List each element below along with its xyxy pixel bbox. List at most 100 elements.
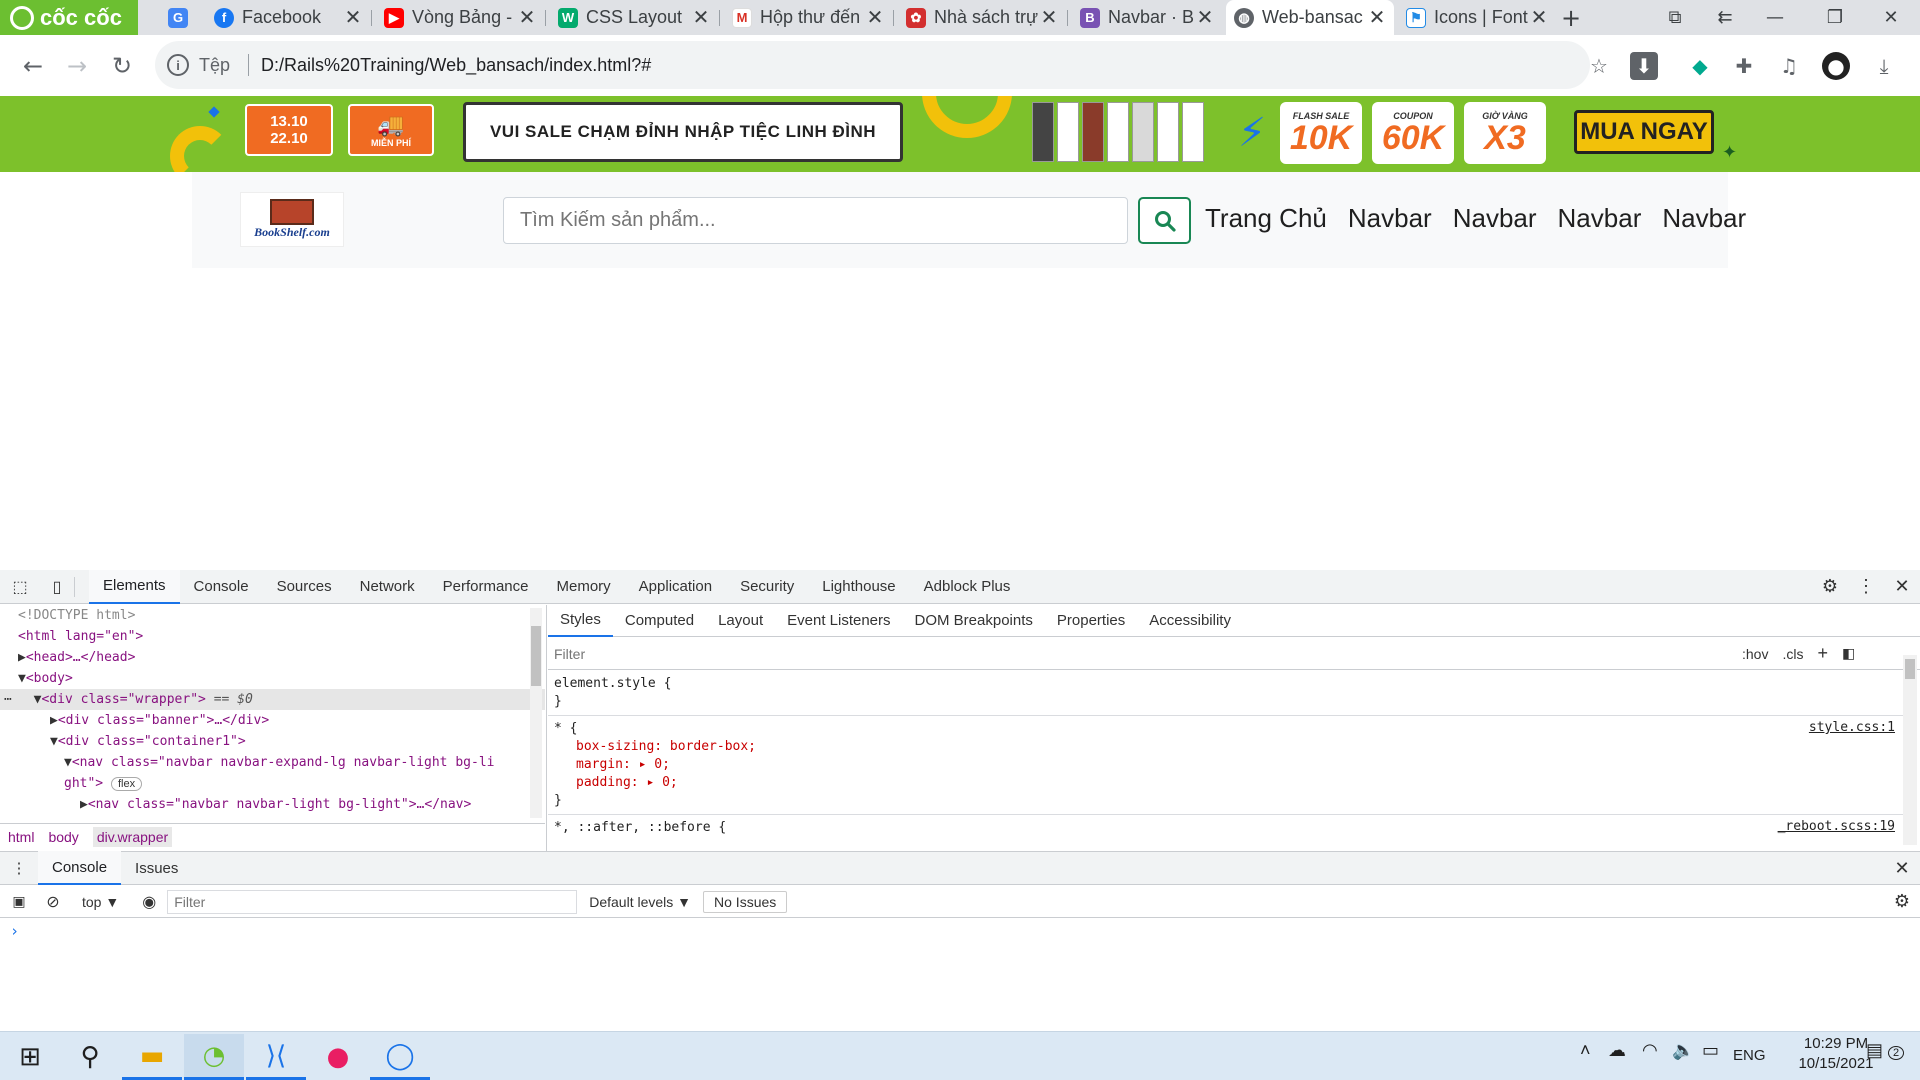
styles-filter-input[interactable]	[554, 641, 1728, 666]
minimize-button[interactable]: —	[1746, 0, 1804, 35]
close-icon[interactable]: ✕	[342, 5, 364, 30]
breadcrumb-html[interactable]: html	[8, 829, 34, 845]
devtools-tab-lighthouse[interactable]: Lighthouse	[808, 570, 909, 604]
show-hidden-icons-chevron-up-icon[interactable]: ˄	[1580, 1040, 1591, 1061]
promo-banner[interactable]: 13.10 22.10 🚚 MIỄN PHÍ VUI SALE CHẠM ĐỈN…	[0, 96, 1920, 172]
toggle-sidebar-icon[interactable]: ◧	[1842, 645, 1855, 662]
new-tab-button[interactable]: +	[1551, 0, 1591, 35]
hover-state-toggle[interactable]: :hov	[1742, 646, 1768, 662]
close-icon[interactable]: ✕	[1366, 5, 1388, 30]
scrollbar-thumb[interactable]	[531, 626, 541, 686]
network-drive-icon[interactable]: ☁	[1608, 1040, 1626, 1061]
inspect-element-icon[interactable]: ⬚	[0, 577, 40, 597]
tab-youtube[interactable]: ▶ Vòng Bảng - ✕	[376, 0, 544, 35]
battery-icon[interactable]: ▭	[1702, 1040, 1719, 1061]
styles-tab-accessibility[interactable]: Accessibility	[1137, 605, 1243, 637]
drawer-tab-console[interactable]: Console	[38, 851, 122, 885]
drawer-tab-issues[interactable]: Issues	[121, 851, 192, 885]
tab-bootstrap-navbar[interactable]: B Navbar · Boo ✕	[1072, 0, 1222, 35]
console-settings-gear-icon[interactable]: ⚙	[1884, 891, 1920, 912]
log-levels-dropdown[interactable]: Default levels ▼	[577, 894, 703, 910]
start-button[interactable]: ⊞	[0, 1034, 60, 1080]
new-rule-plus-icon[interactable]: +	[1817, 643, 1828, 664]
breadcrumb-body[interactable]: body	[48, 829, 78, 845]
collapse-triangle-icon[interactable]: ▼	[18, 671, 26, 686]
close-icon[interactable]: ✕	[690, 5, 712, 30]
panel-splitter[interactable]	[546, 605, 547, 851]
address-bar[interactable]: i Tệp D:/Rails%20Training/Web_bansach/in…	[155, 41, 1590, 89]
flex-badge[interactable]: flex	[110, 777, 143, 791]
devtools-tab-application[interactable]: Application	[625, 570, 726, 604]
nav-link-navbar-4[interactable]: Navbar	[1662, 203, 1746, 234]
devtools-tab-adblock-plus[interactable]: Adblock Plus	[910, 570, 1025, 604]
css-property[interactable]: box-sizing: border-box;	[554, 738, 1897, 756]
tab-facebook[interactable]: f Facebook ✕	[206, 0, 370, 35]
dom-node-container1[interactable]: ▼<div class="container1">	[0, 731, 545, 752]
input-language[interactable]: ENG	[1733, 1047, 1766, 1064]
devtools-tab-sources[interactable]: Sources	[263, 570, 346, 604]
styles-tab-event-listeners[interactable]: Event Listeners	[775, 605, 902, 637]
dom-node-banner[interactable]: ▶<div class="banner">…</div>	[0, 710, 545, 731]
dom-node-body[interactable]: ▼<body>	[0, 668, 545, 689]
devtools-tab-console[interactable]: Console	[180, 570, 263, 604]
class-toggle[interactable]: .cls	[1782, 646, 1803, 662]
tab-web-bansach[interactable]: ◍ Web-bansac ✕	[1226, 0, 1394, 35]
tab-gmail[interactable]: M Hộp thư đến ✕	[724, 0, 892, 35]
dom-node-head[interactable]: ▶<head>…</head>	[0, 647, 545, 668]
dom-node-nav-child[interactable]: ▶<nav class="navbar navbar-light bg-ligh…	[0, 794, 545, 815]
elements-scrollbar[interactable]	[530, 608, 542, 818]
bookmark-button[interactable]: ☆	[1585, 52, 1613, 80]
dom-node-wrapper[interactable]: ⋯ ▼<div class="wrapper"> == $0	[0, 689, 545, 710]
taskbar-file-explorer[interactable]: ▬	[122, 1034, 182, 1080]
rule-source-link[interactable]: _reboot.scss:19	[1778, 819, 1895, 834]
taskbar-vscode[interactable]: ⟩⟨	[246, 1034, 306, 1080]
collapse-triangle-icon[interactable]: ▼	[50, 734, 58, 749]
media-control-button[interactable]: ♫	[1775, 52, 1803, 80]
more-options-icon[interactable]: ⋮	[1848, 576, 1884, 597]
close-drawer-icon[interactable]: ✕	[1884, 858, 1920, 879]
tab-font-awesome-icons[interactable]: ⚑ Icons | Font ✕	[1398, 0, 1556, 35]
forward-button[interactable]: →	[60, 49, 94, 83]
taskbar-search-button[interactable]: ⚲	[60, 1034, 120, 1080]
dom-node-doctype[interactable]: <!DOCTYPE html>	[0, 605, 545, 626]
nav-link-navbar-1[interactable]: Navbar	[1348, 203, 1432, 234]
notifications-button[interactable]: ▤ 2	[1866, 1040, 1905, 1061]
expand-triangle-icon[interactable]: ▶	[18, 650, 26, 665]
close-icon[interactable]: ✕	[1038, 5, 1060, 30]
close-icon[interactable]: ✕	[1194, 5, 1216, 30]
nav-link-navbar-3[interactable]: Navbar	[1558, 203, 1642, 234]
pinned-tab-translate[interactable]: G	[160, 0, 190, 35]
devtools-tab-network[interactable]: Network	[346, 570, 429, 604]
context-selector[interactable]: top ▼	[68, 894, 131, 910]
collapse-triangle-icon[interactable]: ▼	[64, 755, 72, 770]
drawer-menu-icon[interactable]: ⋮	[0, 859, 38, 877]
product-search-input[interactable]	[503, 197, 1128, 244]
styles-tab-dom-breakpoints[interactable]: DOM Breakpoints	[903, 605, 1045, 637]
sidebar-toggle-icon[interactable]: ▣	[0, 893, 38, 910]
console-filter-input[interactable]	[167, 889, 578, 914]
restore-button[interactable]: ❐	[1806, 0, 1864, 35]
wifi-icon[interactable]: ◠	[1642, 1040, 1658, 1061]
nav-link-navbar-2[interactable]: Navbar	[1453, 203, 1537, 234]
clear-console-icon[interactable]: ⊘	[38, 892, 68, 912]
console-prompt[interactable]: ›	[10, 922, 19, 940]
expand-triangle-icon[interactable]: ▶	[80, 797, 88, 812]
css-rule-reboot[interactable]: *, ::after, ::before { _reboot.scss:19	[548, 815, 1903, 841]
live-expression-eye-icon[interactable]: ◉	[131, 892, 167, 912]
extension-button[interactable]: ◆	[1686, 52, 1714, 80]
back-button[interactable]: ←	[16, 49, 50, 83]
profile-button[interactable]: ●	[1822, 52, 1850, 80]
volume-icon[interactable]: 🔈	[1672, 1040, 1694, 1061]
nav-link-home[interactable]: Trang Chủ	[1205, 203, 1327, 234]
close-icon[interactable]: ✕	[1528, 5, 1550, 30]
close-icon[interactable]: ✕	[864, 5, 886, 30]
reload-button[interactable]: ↻	[105, 49, 139, 83]
styles-tab-styles[interactable]: Styles	[548, 605, 613, 637]
css-rule-element-style[interactable]: element.style { }	[548, 671, 1903, 716]
buy-now-button[interactable]: MUA NGAY	[1574, 110, 1714, 154]
devtools-tab-elements[interactable]: Elements	[89, 569, 180, 604]
devtools-tab-performance[interactable]: Performance	[429, 570, 543, 604]
expand-triangle-icon[interactable]: ▶	[50, 713, 58, 728]
styles-tab-properties[interactable]: Properties	[1045, 605, 1137, 637]
close-devtools-icon[interactable]: ✕	[1884, 576, 1920, 597]
